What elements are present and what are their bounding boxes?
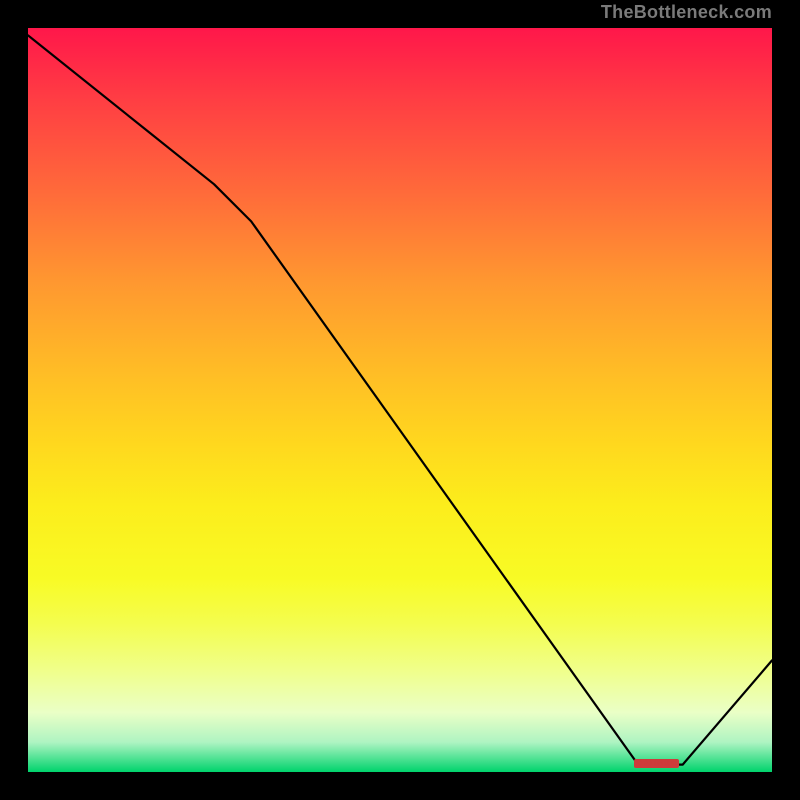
watermark-text: TheBottleneck.com bbox=[601, 2, 772, 23]
plot-area: OPTIMUM bbox=[28, 28, 772, 772]
curve-path bbox=[28, 35, 772, 764]
optimum-badge: OPTIMUM bbox=[634, 759, 679, 768]
line-chart-svg bbox=[28, 28, 772, 772]
